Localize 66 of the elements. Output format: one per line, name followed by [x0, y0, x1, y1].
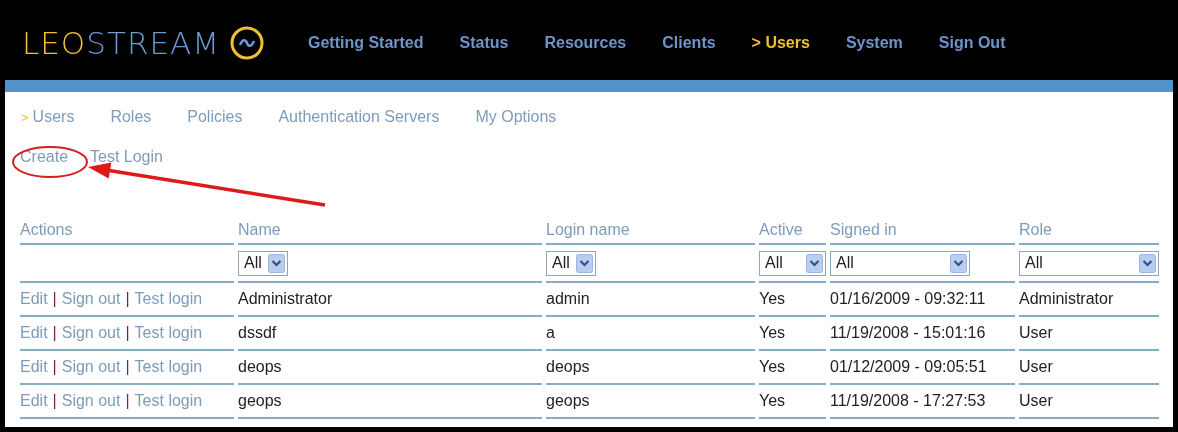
- row-action-link[interactable]: Edit: [20, 324, 48, 341]
- separator: |: [125, 324, 130, 341]
- subnav-link[interactable]: Policies: [187, 108, 243, 126]
- table-cell: geops: [238, 385, 542, 419]
- table-cell: Administrator: [1019, 283, 1159, 317]
- separator: |: [52, 290, 57, 307]
- table-cell: User: [1019, 317, 1159, 351]
- table-cell: Yes: [759, 317, 826, 351]
- table-cell: a: [546, 317, 755, 351]
- row-action-link[interactable]: Test login: [134, 290, 203, 307]
- logo-text: LEOSTREAM: [22, 24, 220, 61]
- table-cell: deops: [546, 351, 755, 385]
- column-header: Active: [759, 220, 826, 245]
- row-action-link[interactable]: Edit: [20, 392, 48, 409]
- row-action-link[interactable]: Test login: [134, 358, 203, 375]
- nav-link[interactable]: Clients: [662, 33, 716, 52]
- filter-dropdown[interactable]: All: [238, 250, 288, 276]
- table-cell: Yes: [759, 283, 826, 317]
- row-action-link[interactable]: Test login: [134, 392, 203, 409]
- separator: |: [52, 324, 57, 341]
- row-action-link[interactable]: Sign out: [61, 290, 121, 307]
- filter-dropdown[interactable]: All: [830, 250, 970, 276]
- subnav-link[interactable]: > Users: [21, 108, 75, 126]
- tilde-circle-icon: [229, 25, 264, 60]
- row-action-link[interactable]: Sign out: [61, 392, 121, 409]
- nav-link[interactable]: Resources: [544, 33, 627, 52]
- table-cell: 11/19/2008 - 17:27:53: [830, 385, 1015, 419]
- table-cell: dssdf: [238, 317, 542, 351]
- table-cell: 01/12/2009 - 09:05:51: [830, 351, 1015, 385]
- nav-link[interactable]: Status: [459, 33, 509, 52]
- table-cell: geops: [546, 385, 755, 419]
- table-cell: User: [1019, 385, 1159, 419]
- row-action-link[interactable]: Sign out: [61, 324, 121, 341]
- table-cell: 01/16/2009 - 09:32:11: [830, 283, 1015, 317]
- nav-link[interactable]: Getting Started: [307, 33, 424, 52]
- nav-link[interactable]: System: [845, 33, 903, 52]
- filter-dropdown[interactable]: All: [1019, 250, 1159, 276]
- row-action-link[interactable]: Test login: [134, 324, 203, 341]
- column-header: Name: [238, 220, 542, 245]
- subnav-link[interactable]: Roles: [110, 108, 152, 126]
- table-cell: Yes: [759, 351, 826, 385]
- nav-link[interactable]: Sign Out: [938, 33, 1006, 52]
- filter-dropdown[interactable]: All: [759, 250, 826, 276]
- row-action-link[interactable]: Edit: [20, 358, 48, 375]
- action-link[interactable]: Test Login: [90, 148, 163, 166]
- column-header: Actions: [20, 220, 234, 245]
- column-header: Signed in: [830, 220, 1015, 245]
- separator: |: [125, 392, 130, 409]
- table-cell: 11/19/2008 - 15:01:16: [830, 317, 1015, 351]
- table-cell: User: [1019, 351, 1159, 385]
- separator: |: [125, 358, 130, 375]
- separator: |: [52, 358, 57, 375]
- separator: |: [125, 290, 130, 307]
- table-cell: Yes: [759, 385, 826, 419]
- table-cell: deops: [238, 351, 542, 385]
- row-action-link[interactable]: Sign out: [61, 358, 121, 375]
- filter-dropdown[interactable]: All: [546, 250, 596, 276]
- column-header: Login name: [546, 220, 755, 245]
- separator: |: [52, 392, 57, 409]
- nav-link[interactable]: > Users: [751, 33, 810, 52]
- column-header: Role: [1019, 220, 1159, 245]
- table-cell: admin: [546, 283, 755, 317]
- subnav-link[interactable]: Authentication Servers: [278, 108, 440, 126]
- subnav-link[interactable]: My Options: [475, 108, 557, 126]
- table-cell: Administrator: [238, 283, 542, 317]
- row-action-link[interactable]: Edit: [20, 290, 48, 307]
